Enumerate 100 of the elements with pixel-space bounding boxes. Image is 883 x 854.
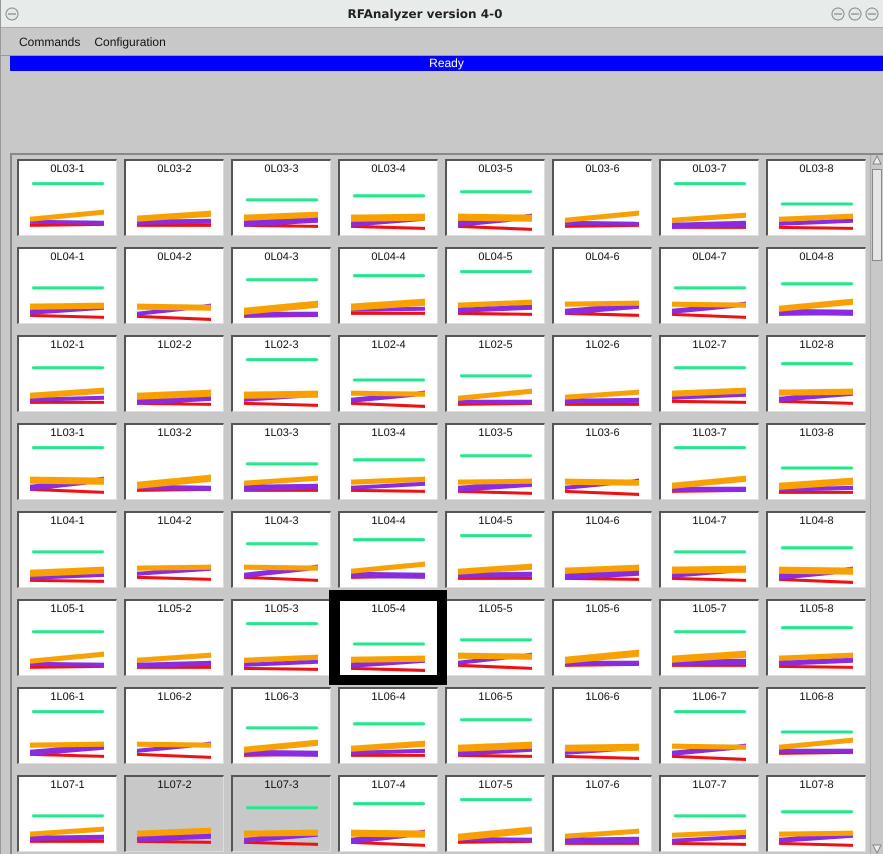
- plot-tile[interactable]: 1L02-3: [231, 335, 331, 412]
- plot-tile[interactable]: 1L03-7: [659, 423, 759, 500]
- plot-label: 0L04-5: [478, 251, 513, 264]
- plot-tile[interactable]: 0L04-6: [552, 247, 652, 324]
- plot-label: 1L02-3: [264, 339, 299, 352]
- plot-label: 0L03-2: [157, 163, 192, 176]
- plot-label: 1L04-6: [585, 515, 620, 528]
- plot-label: 1L03-8: [799, 427, 834, 440]
- plot-tile[interactable]: 0L04-8: [766, 247, 866, 324]
- plot-tile[interactable]: 1L03-5: [445, 423, 545, 500]
- plot-tile[interactable]: 1L06-2: [124, 687, 224, 764]
- plot-label: 0L03-6: [585, 163, 620, 176]
- plot-label: 0L03-8: [799, 163, 834, 176]
- plot-tile[interactable]: 1L02-8: [766, 335, 866, 412]
- plot-tile[interactable]: 1L04-1: [17, 511, 117, 588]
- plot-label: 0L04-1: [50, 251, 85, 264]
- plot-tile[interactable]: 1L07-4: [338, 775, 438, 852]
- plot-label: 1L04-4: [371, 515, 406, 528]
- plot-label: 1L03-1: [50, 427, 85, 440]
- menu-item[interactable]: Configuration: [94, 34, 166, 48]
- plot-tile[interactable]: 1L02-2: [124, 335, 224, 412]
- scrollbar[interactable]: [870, 155, 883, 854]
- plot-label: 1L06-6: [585, 691, 620, 704]
- plot-tile[interactable]: 1L05-3: [231, 599, 331, 676]
- plot-tile[interactable]: 1L04-5: [445, 511, 545, 588]
- plot-tile[interactable]: 1L03-1: [17, 423, 117, 500]
- plot-tile[interactable]: 0L04-4: [338, 247, 438, 324]
- plot-label: 1L02-7: [692, 339, 727, 352]
- plot-tile[interactable]: 1L02-6: [552, 335, 652, 412]
- plot-tile[interactable]: 1L04-7: [659, 511, 759, 588]
- plot-label: 1L06-3: [264, 691, 299, 704]
- plot-label: 1L05-8: [799, 603, 834, 616]
- plot-tile[interactable]: 1L07-1: [17, 775, 117, 852]
- plot-tile[interactable]: 1L02-5: [445, 335, 545, 412]
- plot-tile[interactable]: 1L06-3: [231, 687, 331, 764]
- plot-tile[interactable]: 0L04-7: [659, 247, 759, 324]
- plot-tile[interactable]: 0L04-1: [17, 247, 117, 324]
- plot-tile[interactable]: 1L06-6: [552, 687, 652, 764]
- plot-label: 1L06-2: [157, 691, 192, 704]
- plot-label: 1L07-7: [692, 779, 727, 792]
- plot-tile[interactable]: 0L03-7: [659, 159, 759, 236]
- plot-tile[interactable]: 1L07-7: [659, 775, 759, 852]
- plot-tile[interactable]: 1L05-6: [552, 599, 652, 676]
- plot-tile[interactable]: 1L03-3: [231, 423, 331, 500]
- plot-tile[interactable]: 1L02-1: [17, 335, 117, 412]
- plot-tile[interactable]: 1L03-8: [766, 423, 866, 500]
- plot-label: 1L05-5: [478, 603, 513, 616]
- plot-tile[interactable]: 1L03-6: [552, 423, 652, 500]
- plot-label: 1L02-1: [50, 339, 85, 352]
- plot-tile[interactable]: 0L03-5: [445, 159, 545, 236]
- plot-tile[interactable]: 1L06-7: [659, 687, 759, 764]
- plot-label: 1L04-8: [799, 515, 834, 528]
- plot-tile[interactable]: 0L03-8: [766, 159, 866, 236]
- plot-tile[interactable]: 1L07-5: [445, 775, 545, 852]
- plot-tile[interactable]: 1L06-8: [766, 687, 866, 764]
- plot-label: 1L05-3: [264, 603, 299, 616]
- plot-tile[interactable]: 1L05-1: [17, 599, 117, 676]
- plot-tile[interactable]: 0L03-1: [17, 159, 117, 236]
- window-control-icon[interactable]: [848, 6, 862, 20]
- scroll-down-icon[interactable]: [872, 844, 882, 854]
- plot-tile[interactable]: 1L03-4: [338, 423, 438, 500]
- plot-tile[interactable]: 1L02-4: [338, 335, 438, 412]
- scroll-thumb[interactable]: [872, 169, 882, 261]
- plot-label: 0L03-1: [50, 163, 85, 176]
- plot-label: 1L05-2: [157, 603, 192, 616]
- plot-label: 1L04-1: [50, 515, 85, 528]
- plot-label: 1L07-3: [264, 779, 299, 792]
- plot-tile[interactable]: 0L04-2: [124, 247, 224, 324]
- plot-tile[interactable]: 1L04-6: [552, 511, 652, 588]
- scroll-up-icon[interactable]: [872, 155, 882, 165]
- plot-tile[interactable]: 1L04-3: [231, 511, 331, 588]
- plot-tile[interactable]: 1L07-8: [766, 775, 866, 852]
- window-control-icon[interactable]: [831, 6, 845, 20]
- plot-tile[interactable]: 1L03-2: [124, 423, 224, 500]
- plot-tile[interactable]: 1L06-1: [17, 687, 117, 764]
- plot-tile[interactable]: 0L03-6: [552, 159, 652, 236]
- plot-tile[interactable]: 0L03-4: [338, 159, 438, 236]
- plot-tile[interactable]: 1L02-7: [659, 335, 759, 412]
- plot-tile[interactable]: 1L06-4: [338, 687, 438, 764]
- plot-tile[interactable]: 1L05-5: [445, 599, 545, 676]
- plot-tile[interactable]: 0L03-3: [231, 159, 331, 236]
- menu-item[interactable]: Commands: [19, 34, 80, 48]
- plot-tile[interactable]: 0L03-2: [124, 159, 224, 236]
- window-control-icon[interactable]: [865, 6, 879, 20]
- plot-tile[interactable]: 1L05-7: [659, 599, 759, 676]
- plot-label: 0L03-7: [692, 163, 727, 176]
- plot-tile[interactable]: 1L04-4: [338, 511, 438, 588]
- plot-tile[interactable]: 1L05-8: [766, 599, 866, 676]
- plot-label: 1L07-5: [478, 779, 513, 792]
- plot-label: 1L05-7: [692, 603, 727, 616]
- plot-tile[interactable]: 1L06-5: [445, 687, 545, 764]
- plot-tile[interactable]: 1L05-2: [124, 599, 224, 676]
- plot-label: 1L07-6: [585, 779, 620, 792]
- plot-tile[interactable]: 1L07-6: [552, 775, 652, 852]
- plot-tile[interactable]: 0L04-3: [231, 247, 331, 324]
- window-menu-icon[interactable]: [5, 6, 19, 20]
- plot-tile[interactable]: 1L04-2: [124, 511, 224, 588]
- plot-tile[interactable]: 0L04-5: [445, 247, 545, 324]
- plot-tile[interactable]: 1L04-8: [766, 511, 866, 588]
- plot-label: 1L03-3: [264, 427, 299, 440]
